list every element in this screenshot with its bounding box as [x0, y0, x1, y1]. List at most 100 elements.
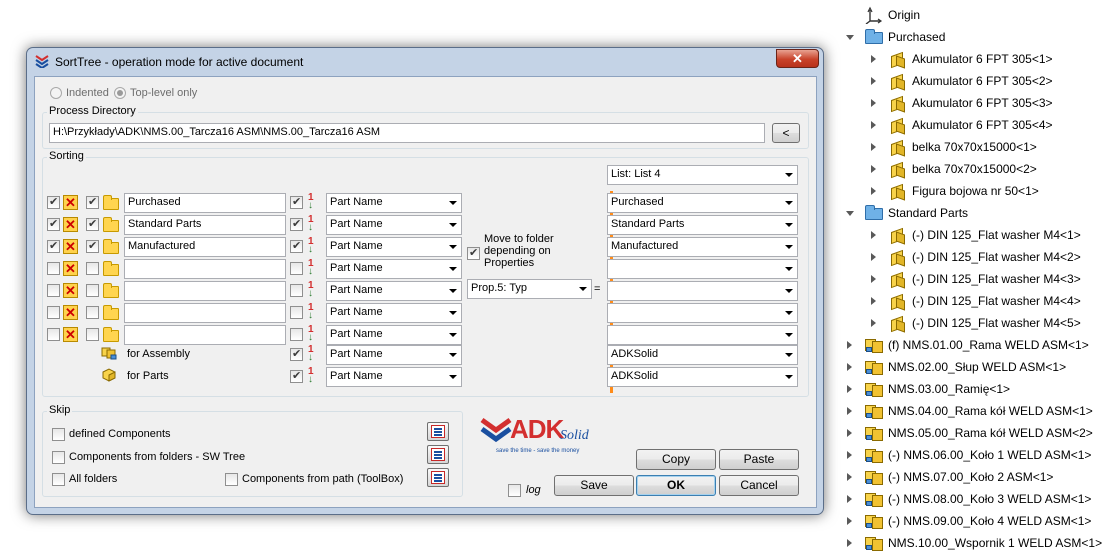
- row-target-select[interactable]: [607, 281, 798, 301]
- tree-item[interactable]: Origin: [840, 4, 1118, 26]
- tree-item[interactable]: Akumulator 6 FPT 305<1>: [840, 48, 1118, 70]
- tree-item[interactable]: (-) NMS.06.00_Koło 1 WELD ASM<1>: [840, 444, 1118, 466]
- delete-row-icon[interactable]: ✕: [63, 327, 78, 342]
- tree-item[interactable]: (-) DIN 125_Flat washer M4<4>: [840, 290, 1118, 312]
- tree-item[interactable]: (-) DIN 125_Flat washer M4<5>: [840, 312, 1118, 334]
- tree-item[interactable]: NMS.05.00_Rama kół WELD ASM<2>: [840, 422, 1118, 444]
- expand-icon[interactable]: [847, 517, 852, 525]
- expand-icon[interactable]: [847, 407, 852, 415]
- tree-item[interactable]: NMS.04.00_Rama kół WELD ASM<1>: [840, 400, 1118, 422]
- skip-path-checkbox[interactable]: [225, 473, 238, 486]
- row-folder-checkbox[interactable]: [86, 217, 99, 231]
- row-enable-checkbox[interactable]: [47, 284, 60, 297]
- expand-icon[interactable]: [847, 429, 852, 437]
- top-level-only-radio[interactable]: [114, 87, 126, 99]
- expand-icon[interactable]: [871, 99, 876, 107]
- delete-row-icon[interactable]: ✕: [63, 239, 78, 254]
- tree-item[interactable]: belka 70x70x15000<2>: [840, 158, 1118, 180]
- tree-item[interactable]: Akumulator 6 FPT 305<4>: [840, 114, 1118, 136]
- delete-row-icon[interactable]: ✕: [63, 305, 78, 320]
- expand-icon[interactable]: [871, 165, 876, 173]
- row-folder-checkbox[interactable]: [86, 239, 99, 253]
- expand-icon[interactable]: [871, 187, 876, 195]
- delete-row-icon[interactable]: ✕: [63, 195, 78, 210]
- paste-button[interactable]: Paste: [719, 449, 799, 470]
- property-select[interactable]: Prop.5: Typ: [467, 279, 592, 299]
- tree-item[interactable]: Akumulator 6 FPT 305<2>: [840, 70, 1118, 92]
- tree-item[interactable]: NMS.02.00_Słup WELD ASM<1>: [840, 356, 1118, 378]
- folder-name-input[interactable]: [124, 259, 286, 279]
- row-sort-checkbox[interactable]: [290, 239, 303, 253]
- tree-item[interactable]: NMS.10.00_Wspornik 1 WELD ASM<1>: [840, 532, 1118, 554]
- row-folder-checkbox[interactable]: [86, 195, 99, 209]
- expand-icon[interactable]: [871, 319, 876, 327]
- for-assembly-sort-checkbox[interactable]: [290, 347, 303, 361]
- sort-order-icon[interactable]: 1 ↓: [308, 237, 322, 255]
- expand-icon[interactable]: [871, 143, 876, 151]
- for-parts-target-select[interactable]: ADKSolid: [607, 367, 798, 387]
- row-enable-checkbox[interactable]: [47, 306, 60, 319]
- tree-item[interactable]: (-) NMS.09.00_Koło 4 WELD ASM<1>: [840, 510, 1118, 532]
- expand-icon[interactable]: [847, 473, 852, 481]
- row-enable-checkbox[interactable]: [47, 195, 60, 209]
- tree-item[interactable]: (-) DIN 125_Flat washer M4<2>: [840, 246, 1118, 268]
- copy-button[interactable]: Copy: [636, 449, 716, 470]
- browse-directory-button[interactable]: <: [772, 123, 800, 143]
- close-button[interactable]: ✕: [776, 49, 819, 68]
- expand-icon[interactable]: [847, 341, 852, 349]
- edit-defined-components-button[interactable]: [427, 422, 449, 441]
- for-parts-sort-select[interactable]: Part Name: [326, 367, 462, 387]
- tree-item[interactable]: Purchased: [840, 26, 1118, 48]
- expand-icon[interactable]: [871, 297, 876, 305]
- tree-item[interactable]: belka 70x70x15000<1>: [840, 136, 1118, 158]
- expand-icon[interactable]: [847, 385, 852, 393]
- row-target-select[interactable]: [607, 303, 798, 323]
- move-to-folder-checkbox[interactable]: [467, 246, 480, 260]
- skip-defined-components-checkbox[interactable]: [52, 428, 65, 441]
- row-sort-select[interactable]: Part Name: [326, 259, 462, 279]
- collapse-icon[interactable]: [846, 35, 854, 40]
- row-sort-checkbox[interactable]: [290, 262, 303, 275]
- delete-row-icon[interactable]: ✕: [63, 283, 78, 298]
- save-button[interactable]: Save: [554, 475, 634, 496]
- expand-icon[interactable]: [871, 231, 876, 239]
- folder-name-input[interactable]: Purchased: [124, 193, 286, 213]
- row-sort-checkbox[interactable]: [290, 284, 303, 297]
- expand-icon[interactable]: [871, 55, 876, 63]
- expand-icon[interactable]: [847, 363, 852, 371]
- for-parts-sort-checkbox[interactable]: [290, 369, 303, 383]
- row-enable-checkbox[interactable]: [47, 328, 60, 341]
- row-sort-select[interactable]: Part Name: [326, 237, 462, 257]
- skip-folders-checkbox[interactable]: [52, 451, 65, 464]
- expand-icon[interactable]: [871, 253, 876, 261]
- list-select[interactable]: List: List 4: [607, 165, 798, 185]
- row-sort-select[interactable]: Part Name: [326, 193, 462, 213]
- tree-item[interactable]: Standard Parts: [840, 202, 1118, 224]
- row-target-select[interactable]: [607, 325, 798, 345]
- tree-item[interactable]: (-) NMS.08.00_Koło 3 WELD ASM<1>: [840, 488, 1118, 510]
- cancel-button[interactable]: Cancel: [719, 475, 799, 496]
- row-sort-select[interactable]: Part Name: [326, 303, 462, 323]
- row-sort-checkbox[interactable]: [290, 217, 303, 231]
- sort-order-icon[interactable]: 1 ↓: [308, 303, 322, 321]
- tree-item[interactable]: Akumulator 6 FPT 305<3>: [840, 92, 1118, 114]
- row-sort-checkbox[interactable]: [290, 195, 303, 209]
- expand-icon[interactable]: [847, 451, 852, 459]
- sort-order-icon[interactable]: 1 ↓: [308, 193, 322, 211]
- row-sort-checkbox[interactable]: [290, 328, 303, 341]
- row-sort-select[interactable]: Part Name: [326, 215, 462, 235]
- expand-icon[interactable]: [871, 77, 876, 85]
- ok-button[interactable]: OK: [636, 475, 716, 496]
- sort-order-icon[interactable]: 1 ↓: [308, 215, 322, 233]
- row-enable-checkbox[interactable]: [47, 262, 60, 275]
- row-folder-checkbox[interactable]: [86, 262, 99, 275]
- process-directory-input[interactable]: H:\Przykłady\ADK\NMS.00_Tarcza16 ASM\NMS…: [49, 123, 765, 143]
- sort-order-icon[interactable]: 1 ↓: [308, 367, 322, 385]
- expand-icon[interactable]: [847, 539, 852, 547]
- folder-name-input[interactable]: [124, 281, 286, 301]
- row-folder-checkbox[interactable]: [86, 328, 99, 341]
- tree-item[interactable]: (-) DIN 125_Flat washer M4<3>: [840, 268, 1118, 290]
- folder-name-input[interactable]: Manufactured: [124, 237, 286, 257]
- log-checkbox[interactable]: [508, 484, 521, 497]
- delete-row-icon[interactable]: ✕: [63, 217, 78, 232]
